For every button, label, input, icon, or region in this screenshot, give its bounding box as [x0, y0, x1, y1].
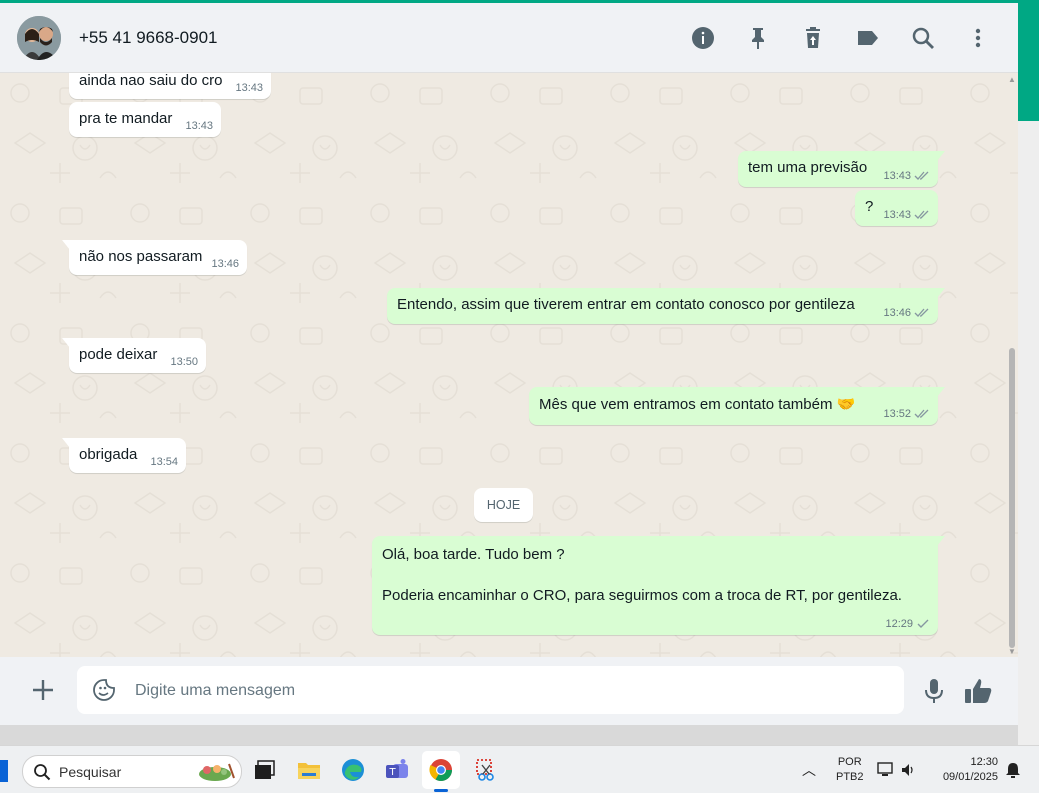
message-time: 12:29 [885, 618, 930, 630]
plus-icon[interactable] [30, 677, 56, 703]
system-clock[interactable]: 12:30 09/01/2025 [932, 755, 998, 785]
message-time: 13:43 [235, 82, 263, 94]
chat-scrollbar[interactable] [1009, 348, 1015, 648]
message-input-box[interactable] [77, 666, 904, 716]
window-side-strip [1018, 0, 1039, 745]
message-time: 13:50 [170, 356, 198, 368]
snipping-tool-icon[interactable] [472, 757, 498, 783]
message-text: ? [865, 198, 874, 215]
delete-icon[interactable] [800, 25, 826, 51]
start-button[interactable] [0, 760, 8, 782]
bubble-tail [937, 387, 945, 397]
teams-icon[interactable]: T [384, 757, 410, 783]
message-text: não nos passaram [79, 248, 203, 265]
message-text: Entendo, assim que tiverem entrar em con… [397, 296, 855, 313]
windows-taskbar: Pesquisar T ︿ POR PTB2 12:30 09/01/2025 [0, 745, 1039, 793]
message-outgoing[interactable]: ? 13:43 [855, 190, 938, 226]
bubble-tail [62, 240, 70, 250]
message-incoming[interactable]: ainda nao saiu do cro 13:43 [69, 73, 271, 99]
edge-icon[interactable] [340, 757, 366, 783]
message-time: 13:52 [883, 408, 930, 420]
read-ticks-icon [914, 308, 929, 318]
file-explorer-icon[interactable] [296, 757, 322, 783]
task-view-icon[interactable] [251, 757, 277, 783]
chat-header: +55 41 9668-0901 [0, 3, 1018, 73]
read-ticks-icon [914, 409, 929, 419]
sent-tick-icon [917, 619, 929, 629]
thumbs-up-icon[interactable] [963, 677, 993, 705]
contact-name[interactable]: +55 41 9668-0901 [79, 28, 218, 48]
active-app-indicator [434, 789, 448, 792]
message-text: pode deixar [79, 346, 158, 363]
bubble-tail [937, 288, 945, 298]
message-time: 13:43 [883, 209, 930, 221]
menu-icon[interactable] [965, 25, 991, 51]
message-incoming[interactable]: pode deixar 13:50 [62, 338, 206, 373]
label-icon[interactable] [855, 25, 881, 51]
message-incoming[interactable]: obrigada 13:54 [62, 438, 186, 473]
message-incoming[interactable]: não nos passaram 13:46 [62, 240, 247, 275]
keyboard-layout: PTB2 [836, 771, 864, 783]
message-text-line1: Olá, boa tarde. Tudo bem ? [382, 546, 565, 563]
scroll-up-arrow[interactable]: ▲ [1008, 75, 1016, 84]
message-text-line2: Poderia encaminhar o CRO, para seguirmos… [382, 587, 902, 604]
message-text: tem uma previsão [748, 159, 868, 176]
message-outgoing[interactable]: Entendo, assim que tiverem entrar em con… [387, 288, 945, 324]
message-outgoing[interactable]: Mês que vem entramos em contato também 🤝… [529, 387, 945, 425]
bubble-tail [62, 438, 70, 448]
clock-date: 09/01/2025 [942, 771, 998, 783]
message-incoming[interactable]: pra te mandar 13:43 [69, 102, 221, 137]
read-ticks-icon [914, 171, 929, 181]
sticker-icon[interactable] [92, 678, 116, 702]
message-time: 13:46 [211, 258, 239, 270]
message-text: ainda nao saiu do cro [79, 73, 223, 89]
message-time: 13:43 [185, 120, 213, 132]
message-text: obrigada [79, 446, 138, 463]
bubble-tail [937, 151, 945, 161]
search-highlight-icon [199, 763, 235, 781]
mic-icon[interactable] [923, 677, 945, 705]
taskbar-search[interactable]: Pesquisar [22, 755, 242, 788]
message-composer [0, 657, 1018, 725]
message-outgoing[interactable]: tem uma previsão 13:43 [738, 151, 945, 187]
avatar[interactable] [17, 16, 61, 60]
message-time: 13:54 [150, 456, 178, 468]
message-outgoing[interactable]: Olá, boa tarde. Tudo bem ? Poderia encam… [372, 536, 945, 635]
bubble-tail [937, 536, 945, 546]
notification-bell-icon[interactable] [1004, 761, 1022, 779]
svg-text:T: T [389, 767, 397, 778]
window-top-accent [0, 0, 1039, 3]
message-time: 13:46 [883, 307, 930, 319]
read-ticks-icon [914, 210, 929, 220]
clock-time: 12:30 [970, 756, 998, 768]
side-accent [1018, 0, 1039, 121]
day-divider: HOJE [474, 488, 533, 522]
message-text: pra te mandar [79, 110, 173, 127]
language-indicator[interactable]: POR PTB2 [836, 755, 864, 785]
network-volume-icons[interactable] [876, 760, 918, 780]
bubble-tail [62, 338, 70, 348]
message-time: 13:43 [883, 170, 930, 182]
search-icon[interactable] [910, 25, 936, 51]
language-code: POR [837, 756, 862, 768]
whatsapp-window: +55 41 9668-0901 ▲ ▼ ainda nao saiu do c… [0, 0, 1018, 725]
show-hidden-icons-chevron[interactable]: ︿ [802, 760, 816, 780]
chat-area[interactable]: ▲ ▼ ainda nao saiu do cro 13:43 pra te m… [0, 73, 1018, 657]
search-label: Pesquisar [59, 764, 122, 780]
message-text: Mês que vem entramos em contato também 🤝 [539, 396, 856, 413]
pin-icon[interactable] [745, 25, 771, 51]
message-input[interactable] [133, 666, 877, 716]
chrome-icon[interactable] [428, 757, 454, 783]
scroll-down-arrow[interactable]: ▼ [1008, 647, 1016, 656]
search-icon [34, 764, 51, 781]
info-icon[interactable] [690, 25, 716, 51]
